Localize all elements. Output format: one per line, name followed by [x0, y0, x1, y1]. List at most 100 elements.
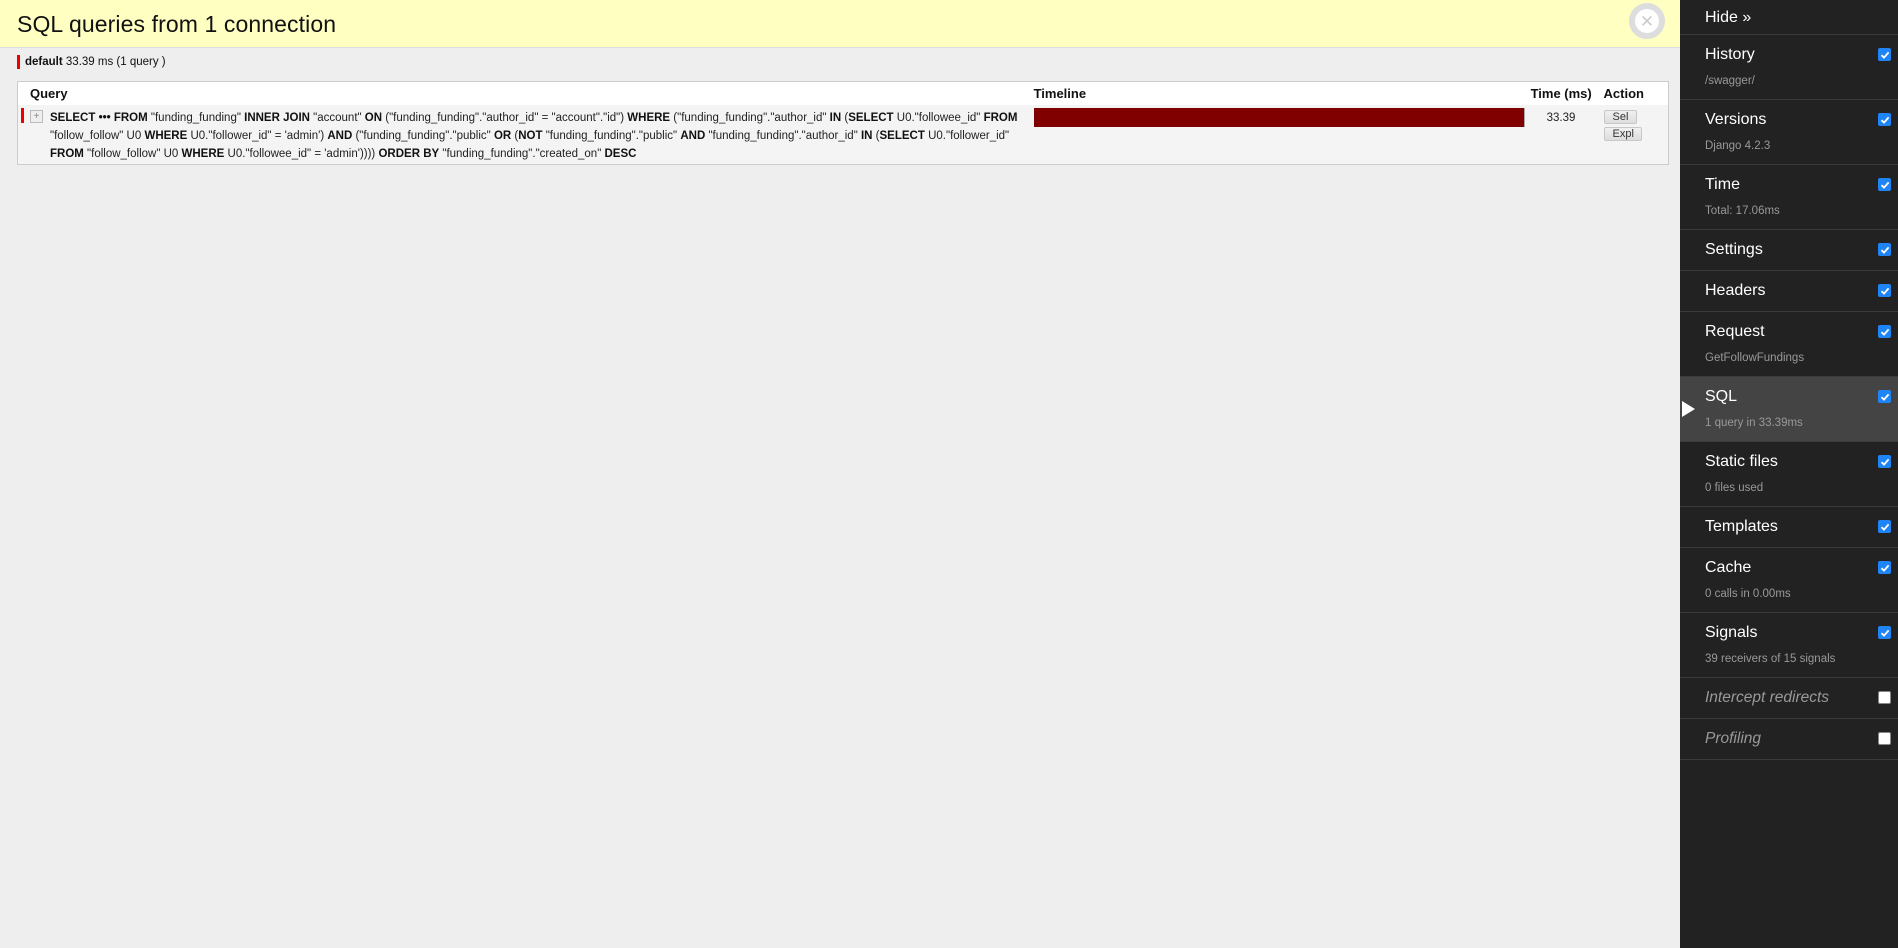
panel-toggle-checkbox[interactable] — [1878, 243, 1891, 256]
sql-fragment: "funding_funding"."created_on" — [439, 147, 605, 160]
toolbar-item-label: Profiling — [1705, 730, 1761, 747]
sql-keyword: FROM — [983, 111, 1018, 124]
close-panel-button[interactable]: ✕ — [1629, 3, 1665, 39]
toolbar-item-versions[interactable]: Versions Django 4.2.3 — [1680, 100, 1898, 165]
sql-fragment: ( — [872, 129, 880, 142]
toolbar-item-label: Static files — [1705, 453, 1778, 470]
toolbar-item-time[interactable]: Time Total: 17.06ms — [1680, 165, 1898, 230]
toolbar-item-label: Headers — [1705, 282, 1766, 299]
sql-fragment: U0."follower_id" — [924, 129, 1010, 142]
toolbar-item-templates[interactable]: Templates — [1680, 507, 1898, 548]
panel-toggle-checkbox[interactable] — [1878, 691, 1891, 704]
toolbar-item-static-files[interactable]: Static files 0 files used — [1680, 442, 1898, 507]
panel-toggle-checkbox[interactable] — [1878, 455, 1891, 468]
connection-color-marker — [21, 107, 24, 123]
sql-fragment: "funding_funding"."public" — [542, 129, 681, 142]
expand-query-toggle[interactable]: + — [30, 109, 43, 123]
toolbar-item-subtitle: 0 files used — [1705, 482, 1764, 494]
sql-keyword: SELECT — [879, 129, 925, 142]
toolbar-item-intercept-redirects[interactable]: Intercept redirects — [1680, 678, 1898, 719]
sql-keyword: OR — [493, 129, 512, 142]
panel-toggle-checkbox[interactable] — [1878, 113, 1891, 126]
toolbar-item-label: Intercept redirects — [1705, 689, 1830, 706]
header-action: Action — [1597, 81, 1669, 105]
panel-toggle-checkbox[interactable] — [1878, 325, 1891, 338]
sql-keyword: WHERE — [144, 129, 188, 142]
toolbar-item-label: Cache — [1705, 559, 1752, 576]
panel-toggle-checkbox[interactable] — [1878, 178, 1891, 191]
query-time: 33.39 — [1524, 104, 1598, 165]
sql-keyword: INNER JOIN — [244, 111, 310, 124]
toolbar-item-subtitle: Total: 17.06ms — [1705, 205, 1780, 217]
connection-stats: 33.39 ms (1 query ) — [65, 56, 166, 68]
toolbar-item-label: History — [1705, 46, 1755, 63]
sql-keyword: FROM — [113, 111, 148, 124]
panel-toggle-checkbox[interactable] — [1878, 48, 1891, 61]
toolbar-item-settings[interactable]: Settings — [1680, 230, 1898, 271]
toolbar-item-subtitle: Django 4.2.3 — [1705, 140, 1771, 152]
hide-toolbar-button[interactable]: Hide » — [1680, 0, 1898, 35]
panel-toggle-checkbox[interactable] — [1878, 520, 1891, 533]
toolbar-item-profiling[interactable]: Profiling — [1680, 719, 1898, 760]
timeline-bar — [1033, 107, 1525, 127]
toolbar-item-label: Settings — [1705, 241, 1763, 258]
panel-header: SQL queries from 1 connection ✕ — [0, 0, 1680, 48]
query-cell: + SELECT ••• FROM "funding_funding" INNER… — [17, 104, 1025, 165]
toolbar-item-signals[interactable]: Signals 39 receivers of 15 signals — [1680, 613, 1898, 678]
panel-toggle-checkbox[interactable] — [1878, 732, 1891, 745]
sql-keyword: DESC — [604, 147, 637, 160]
select-button[interactable]: Sel — [1603, 109, 1637, 124]
panel-toggle-checkbox[interactable] — [1878, 284, 1891, 297]
header-timeline: Timeline — [1024, 81, 1525, 105]
toolbar-item-subtitle: 0 calls in 0.00ms — [1705, 588, 1791, 600]
toolbar-item-subtitle: 39 receivers of 15 signals — [1705, 653, 1836, 665]
sql-fragment: U0."followee_id" = 'admin')))) — [224, 147, 379, 160]
sql-queries-table: Query Timeline Time (ms) Action + SELECT … — [17, 81, 1669, 165]
action-cell: Sel Expl — [1597, 104, 1669, 165]
sql-keyword: WHERE — [627, 111, 671, 124]
header-time: Time (ms) — [1524, 81, 1598, 105]
table-header-row: Query Timeline Time (ms) Action — [17, 81, 1669, 105]
close-icon: ✕ — [1639, 11, 1655, 31]
header-query: Query — [17, 81, 1025, 105]
sql-keyword: SELECT — [848, 111, 894, 124]
sql-fragment: ("funding_funding"."public" — [352, 129, 494, 142]
sql-keyword: ORDER BY — [378, 147, 440, 160]
sql-fragment: U0."follower_id" = 'admin') — [187, 129, 328, 142]
sql-fragment: "follow_follow" U0 — [83, 147, 182, 160]
active-panel-arrow-icon — [1682, 401, 1695, 417]
sql-keyword: ON — [364, 111, 383, 124]
sql-keyword: NOT — [518, 129, 543, 142]
sql-fragment: "funding_funding" — [147, 111, 245, 124]
connection-name: default — [25, 56, 63, 68]
toolbar-item-subtitle: GetFollowFundings — [1705, 352, 1805, 364]
panel-toggle-checkbox[interactable] — [1878, 626, 1891, 639]
timeline-cell — [1024, 104, 1525, 165]
sql-fragment: ("funding_funding"."author_id" — [670, 111, 830, 124]
sql-fragment: ("funding_funding"."author_id" = "accoun… — [382, 111, 628, 124]
toolbar-item-label: Time — [1705, 176, 1740, 193]
sql-keyword: WHERE — [181, 147, 225, 160]
toolbar-item-cache[interactable]: Cache 0 calls in 0.00ms — [1680, 548, 1898, 613]
toolbar-item-label: Signals — [1705, 624, 1758, 641]
toolbar-item-label: Versions — [1705, 111, 1767, 128]
toolbar-item-subtitle: /swagger/ — [1705, 75, 1755, 87]
sql-text: SELECT ••• FROM "funding_funding" INNER … — [50, 112, 1017, 160]
connection-summary: default 33.39 ms (1 query ) — [17, 55, 166, 69]
panel-toggle-checkbox[interactable] — [1878, 390, 1891, 403]
sql-keyword: AND — [680, 129, 706, 142]
toolbar-item-sql[interactable]: SQL 1 query in 33.39ms — [1680, 377, 1898, 442]
sql-fragment: "follow_follow" U0 — [50, 129, 145, 142]
panel-title: SQL queries from 1 connection — [17, 11, 337, 37]
sql-keyword: AND — [327, 129, 353, 142]
sql-fragment: "account" — [309, 111, 365, 124]
sql-keyword: IN — [860, 129, 873, 142]
explain-button[interactable]: Expl — [1603, 126, 1642, 141]
panel-toggle-checkbox[interactable] — [1878, 561, 1891, 574]
toolbar-item-subtitle: 1 query in 33.39ms — [1705, 417, 1803, 429]
toolbar-item-headers[interactable]: Headers — [1680, 271, 1898, 312]
sql-keyword: ••• — [95, 111, 114, 124]
toolbar-item-request[interactable]: Request GetFollowFundings — [1680, 312, 1898, 377]
toolbar-item-history[interactable]: History/swagger/ — [1680, 35, 1898, 100]
table-row: + SELECT ••• FROM "funding_funding" INNER… — [17, 104, 1669, 165]
